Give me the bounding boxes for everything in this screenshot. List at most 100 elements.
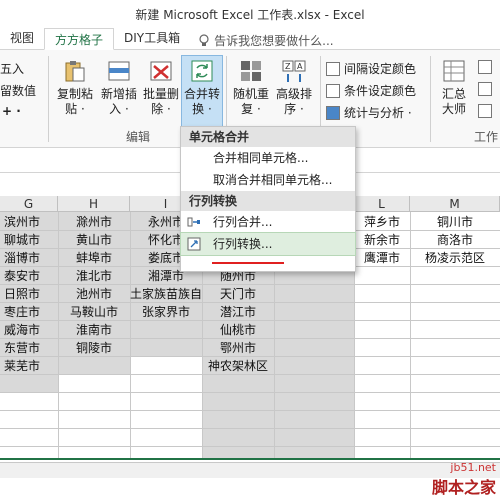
cell-m2[interactable]: 商洛市 <box>410 231 500 249</box>
row-col-merge-label: 行列合并... <box>213 215 273 229</box>
group-label-edit: 编辑 <box>126 130 151 144</box>
cell-l1[interactable]: 萍乡市 <box>354 213 410 231</box>
condition-color-label: 条件设定颜色 <box>344 84 417 98</box>
clipboard-icon <box>65 61 85 82</box>
random-icon <box>241 61 261 81</box>
advanced-sort-button[interactable]: Z A 高级排 序 · <box>272 58 316 117</box>
interval-color-button[interactable]: 间隔设定颜色 <box>326 60 416 77</box>
menu-item-merge-same-cells[interactable]: 合并相同单元格... <box>181 147 355 169</box>
statistics-button[interactable]: 统计与分析 · <box>326 104 412 121</box>
cell-i5[interactable]: 土家族苗族自 <box>130 285 202 303</box>
delete-icon <box>150 61 172 81</box>
cell-g5[interactable]: 日照市 <box>0 285 44 303</box>
group-label-work: 工作 <box>474 130 499 144</box>
cell-h2[interactable]: 黄山市 <box>58 231 130 249</box>
cell-g9[interactable]: 莱芜市 <box>0 357 44 375</box>
cell-m3[interactable]: 杨凌示范区 <box>410 249 500 267</box>
row-col-merge-icon <box>187 217 200 227</box>
merge-convert-menu: 单元格合并 合并相同单元格... 取消合并相同单元格... 行列转换 行列合并.… <box>180 126 356 272</box>
copy-paste-label: 复制粘 贴 · <box>56 87 93 116</box>
menu-section-cell-merge: 单元格合并 <box>181 127 355 147</box>
keep-value-button[interactable]: 留数值 <box>0 82 36 99</box>
cell-h5[interactable]: 池州市 <box>58 285 130 303</box>
batch-delete-button[interactable]: 批量删 除 · <box>140 58 182 117</box>
menu-item-row-col-merge[interactable]: 行列合并... <box>181 211 355 233</box>
sheet-tab-strip <box>0 458 500 460</box>
cell-h3[interactable]: 蚌埠市 <box>58 249 130 267</box>
random-repeat-button[interactable]: 随机重 复 · <box>230 58 272 117</box>
interval-color-icon <box>326 61 340 76</box>
insert-row-icon <box>108 61 130 81</box>
menu-section-row-col-convert: 行列转换 <box>181 191 355 211</box>
cell-l3[interactable]: 鹰潭市 <box>354 249 410 267</box>
cell-j6[interactable]: 潜江市 <box>202 303 274 321</box>
interval-color-label: 间隔设定颜色 <box>344 62 417 76</box>
column-header-h[interactable]: H <box>58 196 130 212</box>
watermark-brand: 脚本之家 <box>431 478 496 497</box>
summary-icon <box>443 60 465 82</box>
cell-g1[interactable]: 滨州市 <box>0 213 44 231</box>
summary-master-button[interactable]: 汇总 大师 <box>436 58 472 117</box>
column-header-m[interactable]: M <box>410 196 500 212</box>
menu-item-unmerge-same-cells[interactable]: 取消合并相同单元格... <box>181 169 355 191</box>
cell-g4[interactable]: 泰安市 <box>0 267 44 285</box>
cell-j5[interactable]: 天门市 <box>202 285 274 303</box>
keep-value-label: 留数值 <box>0 84 37 98</box>
right-tool-3[interactable] <box>478 104 492 118</box>
right-tool-2[interactable] <box>478 82 492 96</box>
merge-convert-icon <box>191 60 213 82</box>
column-header-l[interactable]: L <box>354 196 410 212</box>
cell-h7[interactable]: 淮南市 <box>58 321 130 339</box>
merge-convert-label: 合并转 换 · <box>183 87 220 116</box>
more-button[interactable]: + · <box>2 104 21 118</box>
round-button[interactable]: 五入 <box>0 60 24 77</box>
cell-g8[interactable]: 东营市 <box>0 339 44 357</box>
annotation-underline <box>212 262 284 264</box>
lightbulb-icon <box>199 33 209 46</box>
copy-paste-button[interactable]: 复制粘 贴 · <box>54 58 96 117</box>
cell-h6[interactable]: 马鞍山市 <box>58 303 130 321</box>
column-header-g[interactable]: G <box>0 196 58 212</box>
tab-view[interactable]: 视图 <box>0 27 44 49</box>
condition-color-button[interactable]: 条件设定颜色 <box>326 82 416 99</box>
condition-color-icon <box>326 83 340 98</box>
cell-h4[interactable]: 淮北市 <box>58 267 130 285</box>
right-tool-icon-2 <box>478 82 492 96</box>
watermark: jb51.net 脚本之家 <box>432 461 496 498</box>
statistics-icon <box>326 105 340 120</box>
sort-icon: Z A <box>282 60 306 82</box>
watermark-url: jb51.net <box>450 461 496 474</box>
tell-me-text: 告诉我您想要做什么... <box>214 34 334 48</box>
right-tool-icon-1 <box>478 60 492 74</box>
cell-h8[interactable]: 铜陵市 <box>58 339 130 357</box>
cell-g3[interactable]: 淄博市 <box>0 249 44 267</box>
right-tool-icon-3 <box>478 104 492 118</box>
statistics-label: 统计与分析 · <box>344 106 412 120</box>
cell-l2[interactable]: 新余市 <box>354 231 410 249</box>
cell-m1[interactable]: 铜川市 <box>410 213 500 231</box>
right-tool-1[interactable] <box>478 60 492 74</box>
horizontal-scrollbar[interactable] <box>0 462 500 478</box>
cell-j8[interactable]: 鄂州市 <box>202 339 274 357</box>
summary-master-label: 汇总 大师 <box>441 87 466 116</box>
svg-text:A: A <box>297 62 303 71</box>
round-label: 五入 <box>0 62 25 76</box>
window-title: 新建 Microsoft Excel 工作表.xlsx - Excel <box>135 7 365 22</box>
advanced-sort-label: 高级排 序 · <box>275 87 312 116</box>
batch-delete-label: 批量删 除 · <box>142 87 179 116</box>
add-insert-button[interactable]: 新增插 入 · <box>98 58 140 117</box>
tab-fangfangezi[interactable]: 方方格子 <box>44 28 115 50</box>
cell-i6[interactable]: 张家界市 <box>130 303 202 321</box>
more-label: + · <box>2 104 21 118</box>
merge-convert-button[interactable]: 合并转 换 · <box>181 55 223 127</box>
cell-g7[interactable]: 威海市 <box>0 321 44 339</box>
tab-diy-toolbox[interactable]: DIY工具箱 <box>114 27 190 49</box>
ribbon-tabs: 视图 方方格子 DIY工具箱 告诉我您想要做什么... <box>0 28 500 50</box>
menu-item-row-col-convert[interactable]: 行列转换... <box>180 232 356 256</box>
cell-h1[interactable]: 滁州市 <box>58 213 130 231</box>
tell-me-box[interactable]: 告诉我您想要做什么... <box>198 32 334 49</box>
cell-j9[interactable]: 神农架林区 <box>202 357 274 375</box>
cell-j7[interactable]: 仙桃市 <box>202 321 274 339</box>
cell-g6[interactable]: 枣庄市 <box>0 303 44 321</box>
cell-g2[interactable]: 聊城市 <box>0 231 44 249</box>
